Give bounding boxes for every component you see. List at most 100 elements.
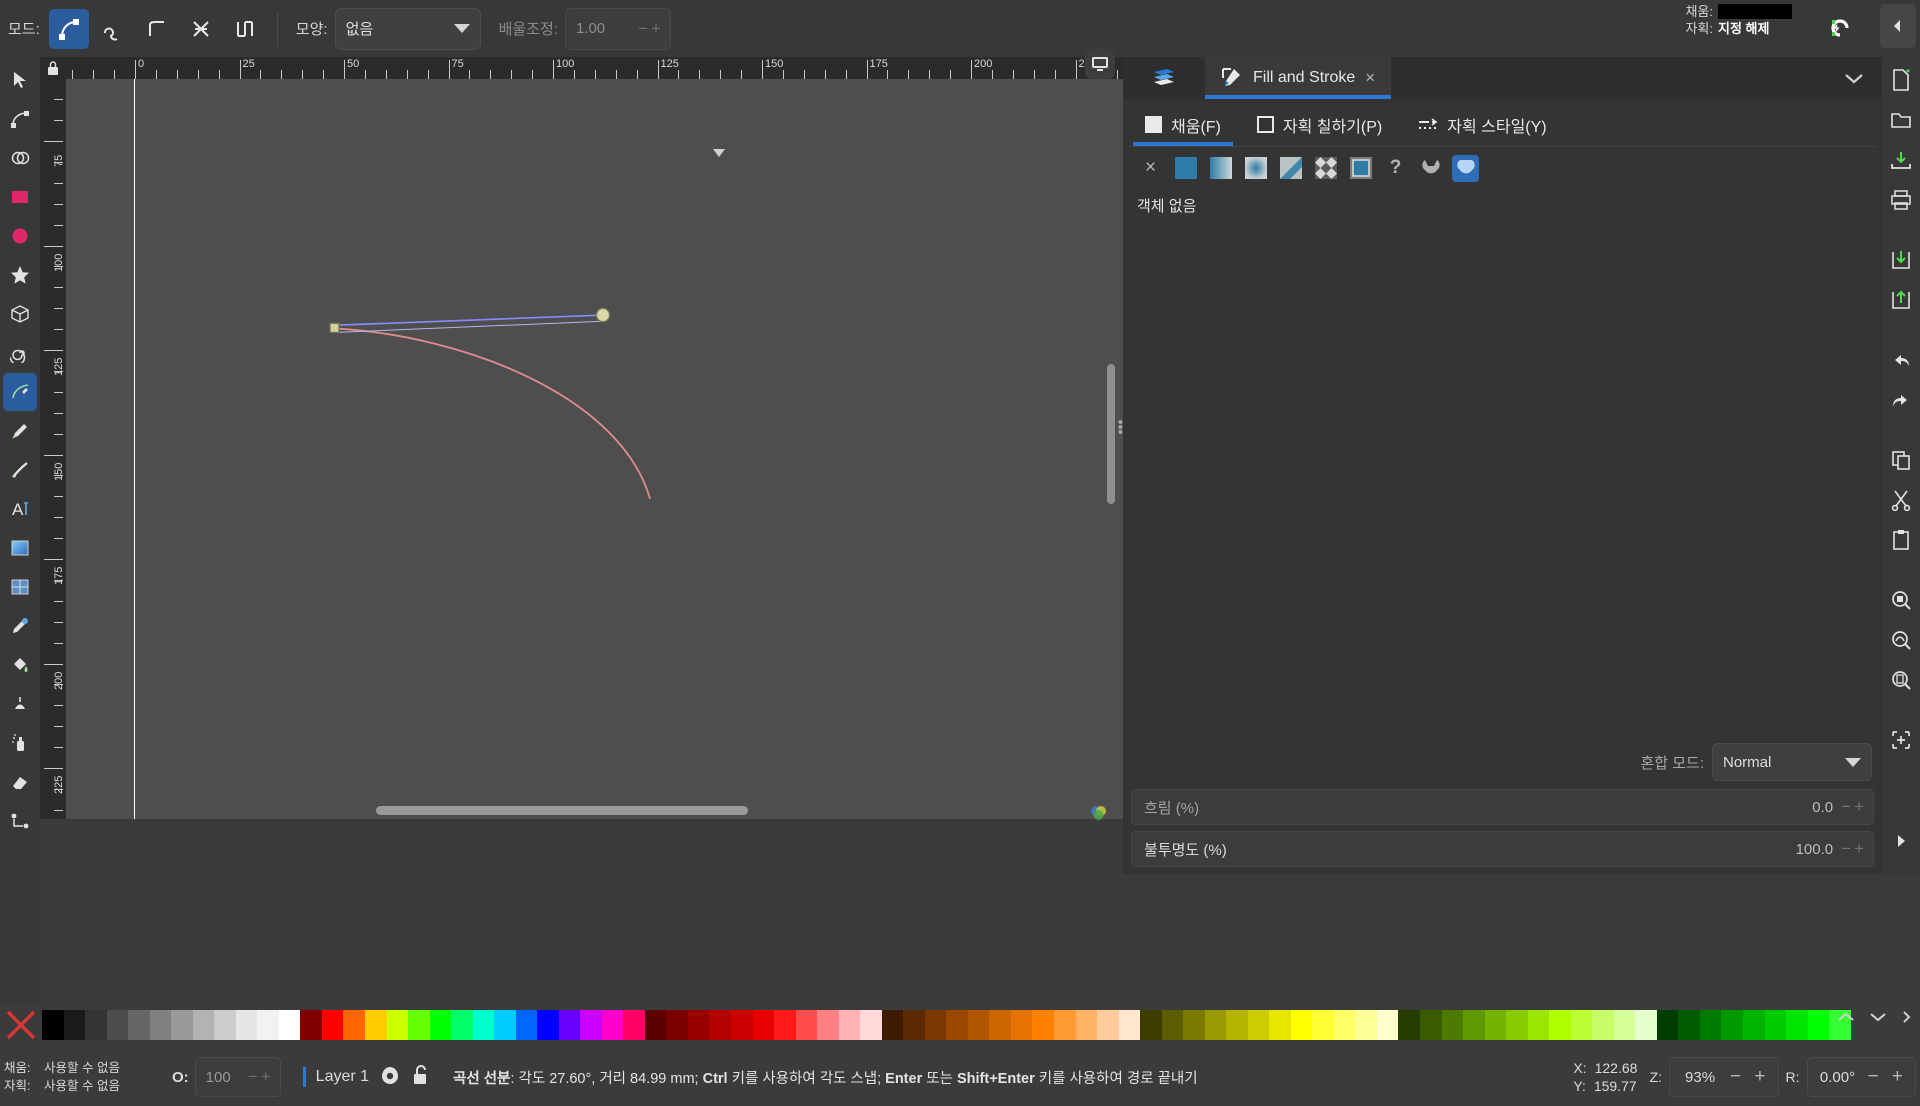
tool-star[interactable] — [3, 256, 37, 294]
palette-swatch[interactable] — [1053, 1010, 1076, 1040]
rotation-stepper-icon[interactable]: − + — [1868, 1066, 1907, 1088]
palette-swatch[interactable] — [1226, 1010, 1248, 1040]
palette-scroll-up-icon[interactable] — [1836, 1010, 1856, 1029]
palette-swatch[interactable] — [838, 1010, 861, 1040]
vertical-scrollbar-thumb[interactable] — [1107, 364, 1115, 504]
subtab-stroke-style[interactable]: 자획 스타일(Y) — [1400, 103, 1564, 146]
shape-combo[interactable]: 없음 — [334, 7, 481, 50]
palette-swatch[interactable] — [192, 1010, 215, 1040]
layer-name[interactable]: Layer 1 — [316, 1068, 369, 1086]
zoom-selection-icon[interactable] — [1885, 581, 1917, 619]
paste-icon[interactable] — [1885, 521, 1917, 559]
opacity-stepper-icon[interactable]: −+ — [1841, 839, 1867, 859]
palette-swatch[interactable] — [235, 1010, 258, 1040]
palette-swatch[interactable] — [321, 1010, 344, 1040]
palette-swatch[interactable] — [451, 1010, 473, 1040]
palette-swatch[interactable] — [1484, 1010, 1507, 1040]
rotation-spinner[interactable]: 0.00° − + — [1806, 1057, 1916, 1097]
opacity-spinner-stepper-icon[interactable]: −+ — [248, 1067, 274, 1087]
palette-swatch[interactable] — [817, 1010, 839, 1040]
save-document-icon[interactable] — [1885, 141, 1917, 179]
tool-mesh-gradient[interactable] — [3, 568, 37, 606]
ruler-lock-button[interactable] — [40, 57, 66, 79]
palette-swatch[interactable] — [171, 1010, 193, 1040]
tool-dropper[interactable] — [3, 607, 37, 645]
opacity-slider-row[interactable]: 불투명도 (%) 100.0 −+ — [1131, 831, 1874, 867]
blend-mode-combo[interactable]: Normal — [1712, 743, 1872, 781]
palette-swatch[interactable] — [644, 1010, 667, 1040]
tool-connector[interactable] — [3, 802, 37, 840]
display-mode-icon[interactable] — [1085, 49, 1115, 79]
palette-swatch[interactable] — [1678, 1010, 1700, 1040]
undo-icon[interactable] — [1885, 341, 1917, 379]
palette-swatch[interactable] — [1570, 1010, 1593, 1040]
palette-swatch[interactable] — [257, 1010, 279, 1040]
vertical-scrollbar[interactable] — [1102, 79, 1120, 819]
palette-swatch[interactable] — [709, 1010, 731, 1040]
palette-swatch[interactable] — [903, 1010, 925, 1040]
horizontal-ruler[interactable]: 0 25 50 75 100 125 150 175 200 2 — [66, 57, 1123, 79]
palette-swatch[interactable] — [795, 1010, 818, 1040]
palette-swatch[interactable] — [601, 1010, 624, 1040]
mode-spiro-button[interactable] — [93, 9, 133, 49]
tool-eraser[interactable] — [3, 763, 37, 801]
horizontal-scrollbar[interactable] — [66, 800, 1123, 820]
subtab-stroke-paint[interactable]: 자획 칠하기(P) — [1239, 103, 1400, 146]
paint-type-inherited[interactable] — [1452, 154, 1479, 182]
tab-fill-and-stroke[interactable]: Fill and Stroke × — [1205, 57, 1392, 99]
palette-swatch[interactable] — [1592, 1010, 1614, 1040]
paint-type-unset[interactable] — [1417, 155, 1444, 182]
palette-swatch[interactable] — [472, 1010, 495, 1040]
tool-tweak[interactable] — [3, 685, 37, 723]
palette-swatch[interactable] — [1355, 1010, 1377, 1040]
palette-swatch[interactable] — [731, 1010, 753, 1040]
zoom-drawing-icon[interactable] — [1885, 621, 1917, 659]
tool-paint-bucket[interactable] — [3, 646, 37, 684]
paint-type-unknown[interactable]: ? — [1382, 155, 1409, 182]
palette-swatches[interactable] — [42, 1010, 1851, 1040]
palette-swatch[interactable] — [1441, 1010, 1464, 1040]
palette-swatch[interactable] — [687, 1010, 710, 1040]
blur-slider-row[interactable]: 흐림 (%) 0.0 −+ — [1131, 789, 1874, 825]
scale-spinner[interactable]: 1.00 −+ — [564, 7, 671, 50]
tool-shape-builder[interactable] — [3, 139, 37, 177]
palette-swatch[interactable] — [881, 1010, 904, 1040]
paint-type-mesh-gradient[interactable] — [1277, 155, 1304, 182]
palette-swatch[interactable] — [1721, 1010, 1743, 1040]
palette-swatch[interactable] — [1635, 1010, 1657, 1040]
mode-bspline-button[interactable] — [137, 9, 177, 49]
palette-swatch[interactable] — [537, 1010, 559, 1040]
palette-swatch[interactable] — [774, 1010, 796, 1040]
palette-swatch[interactable] — [1786, 1010, 1808, 1040]
subtab-fill[interactable]: 채움(F) — [1127, 103, 1239, 146]
palette-swatch[interactable] — [149, 1010, 172, 1040]
paint-type-linear-gradient[interactable] — [1207, 155, 1234, 182]
palette-swatch[interactable] — [946, 1010, 968, 1040]
layer-visibility-icon[interactable] — [379, 1064, 401, 1091]
palette-swatch[interactable] — [1398, 1010, 1420, 1040]
import-icon[interactable] — [1885, 241, 1917, 279]
palette-swatch[interactable] — [666, 1010, 688, 1040]
palette-swatch[interactable] — [623, 1010, 645, 1040]
tool-rectangle[interactable] — [3, 178, 37, 216]
close-icon[interactable]: × — [1365, 68, 1375, 88]
export-icon[interactable] — [1885, 281, 1917, 319]
palette-swatch[interactable] — [343, 1010, 365, 1040]
palette-scroll-down-icon[interactable] — [1868, 1010, 1888, 1029]
palette-swatch[interactable] — [989, 1010, 1011, 1040]
palette-swatch[interactable] — [1247, 1010, 1270, 1040]
palette-swatch[interactable] — [214, 1010, 236, 1040]
palette-swatch[interactable] — [494, 1010, 516, 1040]
palette-swatch[interactable] — [1269, 1010, 1291, 1040]
paint-type-pattern[interactable] — [1312, 155, 1339, 182]
snap-toggle-icon[interactable] — [1822, 10, 1858, 46]
paint-type-radial-gradient[interactable] — [1242, 155, 1269, 182]
palette-swatch[interactable] — [1613, 1010, 1636, 1040]
tool-node[interactable] — [3, 100, 37, 138]
palette-swatch[interactable] — [1742, 1010, 1765, 1040]
cut-icon[interactable] — [1885, 481, 1917, 519]
palette-swatch[interactable] — [106, 1010, 129, 1040]
palette-swatch[interactable] — [752, 1010, 775, 1040]
palette-swatch[interactable] — [1506, 1010, 1528, 1040]
collapse-panel-button[interactable] — [1880, 4, 1916, 48]
